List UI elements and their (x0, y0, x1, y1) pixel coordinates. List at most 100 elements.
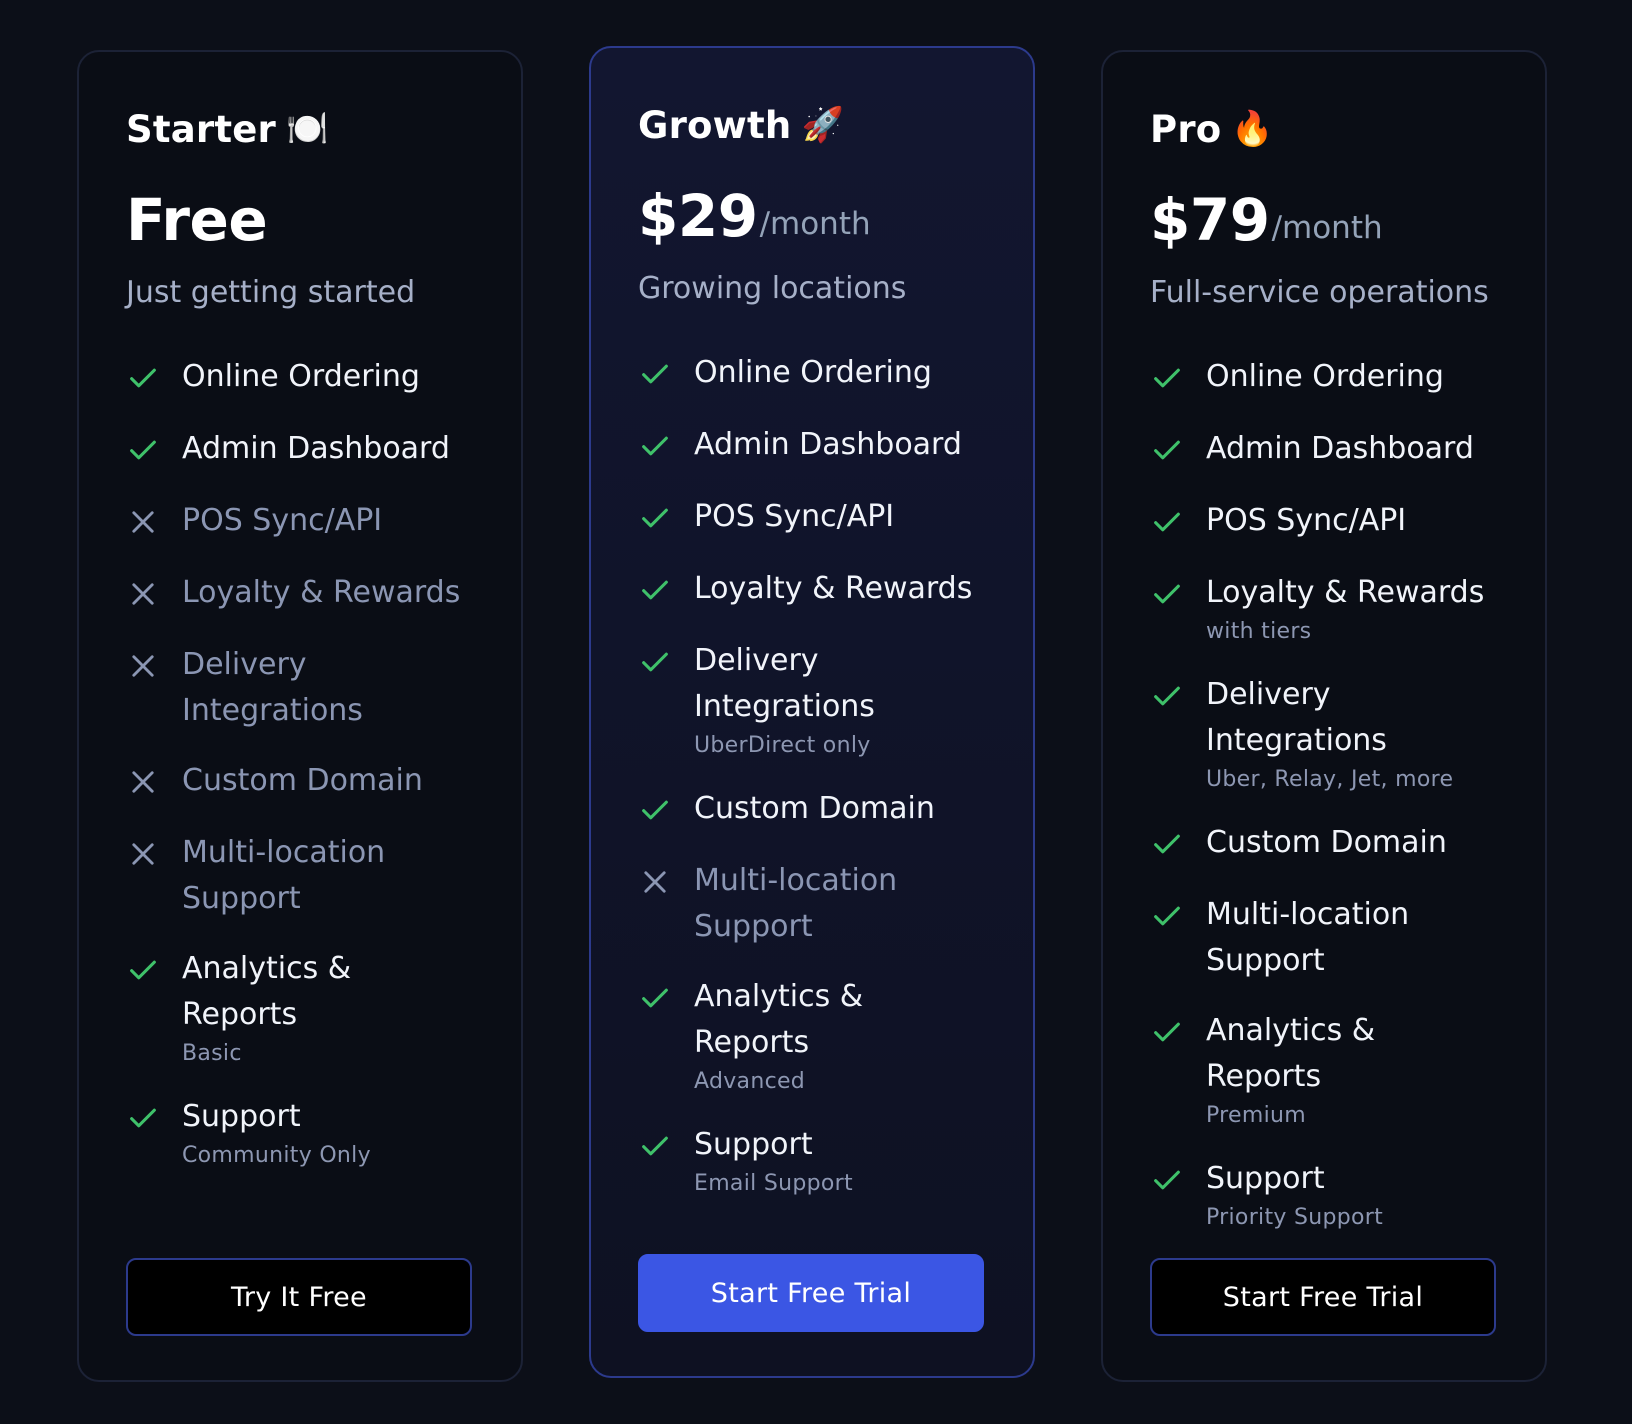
plan-card-growth: Growth 🚀 $29 /month Growing locations On… (589, 46, 1035, 1378)
plan-name: Pro 🔥 (1150, 104, 1498, 154)
cross-icon (126, 830, 182, 878)
feature-body: Custom Domain (1206, 820, 1498, 866)
feature-label: Admin Dashboard (182, 431, 450, 466)
feature-note: Premium (1206, 1103, 1306, 1128)
try-it-free-button[interactable]: Try It Free (126, 1258, 472, 1336)
feature-body: Online Ordering (1206, 354, 1498, 400)
feature-label: POS Sync/API (182, 503, 383, 538)
plan-title: Growth (638, 103, 792, 147)
check-icon (1150, 354, 1206, 402)
feature-note: Priority Support (1206, 1205, 1384, 1230)
check-icon (1150, 892, 1206, 940)
feature-note: Community Only (182, 1143, 371, 1168)
feature-item: Online Ordering (638, 350, 986, 398)
price-row: Free (126, 182, 474, 252)
check-icon (638, 1122, 694, 1170)
rocket-icon: 🚀 (801, 105, 844, 145)
start-free-trial-button[interactable]: Start Free Trial (1150, 1258, 1496, 1336)
feature-body: Loyalty & Rewards (694, 566, 986, 612)
plate-fork-knife-icon: 🍽️ (285, 109, 329, 149)
check-icon (1150, 498, 1206, 546)
feature-item: Support Community Only (126, 1094, 474, 1172)
feature-label: Loyalty & Rewards (694, 571, 973, 606)
plan-title: Pro (1150, 107, 1222, 151)
feature-list: Online Ordering Admin Dashboard POS Sync/A… (1150, 354, 1498, 1234)
feature-item: POS Sync/API (1150, 498, 1498, 546)
feature-item: Loyalty & Rewards with tiers (1150, 570, 1498, 648)
check-icon (1150, 426, 1206, 474)
check-icon (1150, 570, 1206, 618)
plan-tagline: Growing locations (638, 271, 907, 306)
feature-item: Admin Dashboard (126, 426, 474, 474)
check-icon (638, 786, 694, 834)
check-icon (126, 946, 182, 994)
feature-body: Delivery Integrations (182, 642, 474, 734)
plan-card-pro: Pro 🔥 $79 /month Full-service operations… (1101, 50, 1547, 1382)
plan-card-starter: Starter 🍽️ Free Just getting started Onl… (77, 50, 523, 1382)
feature-item: Support Priority Support (1150, 1156, 1498, 1234)
fire-icon: 🔥 (1231, 109, 1274, 149)
plan-name: Starter 🍽️ (126, 104, 474, 154)
feature-label: Custom Domain (1206, 825, 1447, 860)
feature-item: Delivery Integrations (126, 642, 474, 734)
cross-icon (126, 570, 182, 618)
feature-item: POS Sync/API (126, 498, 474, 546)
feature-label: Analytics & Reports (1206, 1013, 1376, 1094)
cross-icon (638, 858, 694, 906)
check-icon (126, 426, 182, 474)
feature-item: Online Ordering (126, 354, 474, 402)
feature-body: Online Ordering (182, 354, 474, 400)
feature-label: Multi-location Support (1206, 897, 1410, 978)
feature-body: Multi-location Support (182, 830, 474, 922)
feature-item: Loyalty & Rewards (638, 566, 986, 614)
feature-label: Multi-location Support (182, 835, 386, 916)
feature-label: Admin Dashboard (1206, 431, 1474, 466)
feature-body: Custom Domain (694, 786, 986, 832)
feature-item: POS Sync/API (638, 494, 986, 542)
feature-body: Admin Dashboard (182, 426, 474, 472)
feature-body: Support Community Only (182, 1094, 474, 1172)
feature-label: Analytics & Reports (182, 951, 352, 1032)
feature-list: Online Ordering Admin Dashboard POS Sync/A… (638, 350, 986, 1200)
check-icon (1150, 672, 1206, 720)
check-icon (1150, 1008, 1206, 1056)
feature-note: Advanced (694, 1069, 806, 1094)
feature-body: Admin Dashboard (694, 422, 986, 468)
feature-body: Admin Dashboard (1206, 426, 1498, 472)
feature-item: Multi-location Support (126, 830, 474, 922)
feature-body: Multi-location Support (694, 858, 986, 950)
feature-item: Delivery Integrations UberDirect only (638, 638, 986, 762)
feature-body: Analytics & Reports Basic (182, 946, 474, 1070)
feature-label: Admin Dashboard (694, 427, 962, 462)
feature-item: Delivery Integrations Uber, Relay, Jet, m… (1150, 672, 1498, 796)
feature-note: Uber, Relay, Jet, more (1206, 767, 1454, 792)
feature-note: UberDirect only (694, 733, 871, 758)
feature-label: Loyalty & Rewards (182, 575, 461, 610)
feature-body: Support Priority Support (1206, 1156, 1498, 1234)
feature-item: Multi-location Support (1150, 892, 1498, 984)
feature-label: Delivery Integrations (694, 643, 875, 724)
feature-body: Online Ordering (694, 350, 986, 396)
feature-body: Support Email Support (694, 1122, 986, 1200)
feature-body: POS Sync/API (182, 498, 474, 544)
plan-price: $79 (1150, 186, 1270, 254)
feature-label: Online Ordering (1206, 359, 1444, 394)
feature-item: Analytics & Reports Advanced (638, 974, 986, 1098)
feature-body: Multi-location Support (1206, 892, 1498, 984)
plan-price: $29 (638, 182, 758, 250)
start-free-trial-button[interactable]: Start Free Trial (638, 1254, 984, 1332)
plan-period: /month (759, 206, 871, 242)
check-icon (1150, 820, 1206, 868)
feature-label: Loyalty & Rewards (1206, 575, 1485, 610)
feature-label: Online Ordering (182, 359, 420, 394)
feature-item: Multi-location Support (638, 858, 986, 950)
feature-body: Delivery Integrations Uber, Relay, Jet, m… (1206, 672, 1498, 796)
feature-item: Analytics & Reports Premium (1150, 1008, 1498, 1132)
feature-item: Custom Domain (1150, 820, 1498, 868)
price-row: $29 /month (638, 178, 986, 248)
feature-label: Online Ordering (694, 355, 932, 390)
check-icon (638, 350, 694, 398)
feature-label: Custom Domain (694, 791, 935, 826)
check-icon (126, 1094, 182, 1142)
price-row: $79 /month (1150, 182, 1498, 252)
